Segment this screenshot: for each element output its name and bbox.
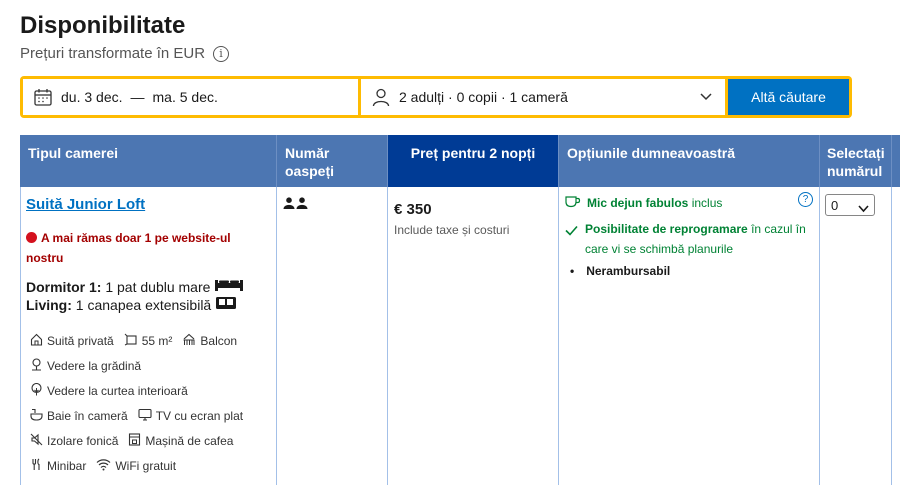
occupancy-cell [277,187,388,485]
facility-private-suite: Suită privată [30,333,114,349]
guests-selector[interactable]: 2 adulți · 0 copii · 1 cameră [361,79,725,115]
reschedule-option: Posibilitate de reprogramare în cazul în… [565,219,810,259]
bed-line-2: Living: 1 canapea extensibilă [26,296,244,314]
bed1-value: 1 pat dublu mare [105,279,211,295]
facility-row: Vedere la curtea interioară [30,382,194,399]
facility-wifi: WiFi gratuit [96,458,176,474]
bullet-icon: • [570,264,575,278]
bed-line-1: Dormitor 1: 1 pat dublu mare [26,278,244,296]
header-select: Selectați numărul [820,135,892,187]
table-header: Tipul camerei Număr oaspeți Preț pentru … [20,135,900,196]
header-room-type: Tipul camerei [20,135,277,187]
two-adults-icon [283,197,309,215]
breakfast-option: Mic dejun fabulos inclus [565,195,722,211]
bed2-value: 1 canapea extensibilă [75,297,212,313]
select-cell: 0 [820,187,892,485]
facility-row: Izolare fonică Mașină de cafea [30,433,239,449]
facility-size: 55 m² [124,333,172,349]
sofa-bed-icon [215,297,237,313]
facility-row: Minibar WiFi gratuit [30,458,182,474]
facility-row: Vedere la grădină [30,358,147,374]
header-guests: Număr oaspeți [277,135,388,187]
bed1-label: Dormitor 1: [26,279,102,295]
alert-dot-icon [26,232,37,243]
cutlery-icon [30,458,43,474]
currency-note: Prețuri transformate în EUR [20,45,206,62]
balcony-icon [182,333,196,349]
scarcity-message: A mai rămas doar 1 pe website-ul nostru [26,228,266,268]
facility-soundproof: Izolare fonică [30,433,118,449]
bath-icon [30,408,43,424]
facility-balcony: Balcon [182,333,237,349]
facility-minibar: Minibar [30,458,86,474]
facility-coffee: Mașină de cafea [128,433,233,449]
page-subtitle: Prețuri transformate în EUR i [20,45,230,62]
chevron-down-icon [699,89,713,106]
soundproof-icon [30,433,43,449]
facility-tv: TV cu ecran plat [138,408,243,424]
breakfast-bold: Mic dejun fabulos [587,196,689,210]
reschedule-bold: Posibilitate de reprogramare [585,222,748,236]
breakfast-rest: inclus [691,196,723,210]
wifi-icon [96,458,111,474]
facility-courtyard-view: Vedere la curtea interioară [30,382,188,399]
search-again-button[interactable]: Altă căutare [728,79,849,115]
coffee-cup-icon [565,195,581,211]
price-cell: € 350 Include taxe și costuri [388,187,559,485]
calendar-icon [33,87,53,107]
help-icon[interactable]: ? [798,192,813,207]
room-size-icon [124,333,138,349]
facility-bathroom: Baie în cameră [30,408,128,424]
header-price-label: Preț pentru 2 nopți [410,145,536,161]
page-title: Disponibilitate [20,12,186,39]
date-picker[interactable]: du. 3 dec. — ma. 5 dec. [23,79,358,115]
room-quantity-select[interactable]: 0 [825,194,875,216]
chevron-down-icon [858,201,869,216]
options-cell: Mic dejun fabulos inclus ? Posibilitate … [559,187,820,485]
nonrefundable-text: Nerambursabil [586,264,671,278]
search-bar: du. 3 dec. — ma. 5 dec. 2 adulți · 0 cop… [20,76,852,118]
scarcity-text: A mai rămas doar 1 pe website-ul nostru [26,231,231,265]
info-icon[interactable]: i [213,45,230,62]
header-options: Opțiunile dumneavoastră [559,135,820,187]
facility-row: Suită privată 55 m² Balcon [30,333,243,349]
room-cell: Suită Junior Loft A mai rămas doar 1 pe … [20,187,277,485]
price-note: Include taxe și costuri [394,223,510,237]
tv-icon [138,408,152,424]
nonrefundable-option: • Nerambursabil [570,264,670,278]
guests-summary: 2 adulți · 0 copii · 1 cameră [399,89,568,105]
checkin-date: du. 3 dec. [61,89,123,105]
checkout-date: ma. 5 dec. [152,89,218,105]
person-icon [371,87,391,107]
room-name-link[interactable]: Suită Junior Loft [26,196,145,213]
house-icon [30,333,43,349]
select-value: 0 [831,197,839,213]
tree-icon [30,382,43,399]
date-separator: — [130,89,145,105]
check-icon [565,222,578,242]
double-bed-icon [214,279,244,295]
price-value: € 350 [394,201,432,218]
bed2-label: Living: [26,297,72,313]
bed-info: Dormitor 1: 1 pat dublu mare Living: 1 c… [26,278,244,314]
header-price: Preț pentru 2 nopți [388,135,559,196]
coffee-machine-icon [128,433,141,449]
garden-icon [30,358,43,374]
facility-row: Baie în cameră TV cu ecran plat [30,408,249,424]
facility-garden-view: Vedere la grădină [30,358,141,374]
